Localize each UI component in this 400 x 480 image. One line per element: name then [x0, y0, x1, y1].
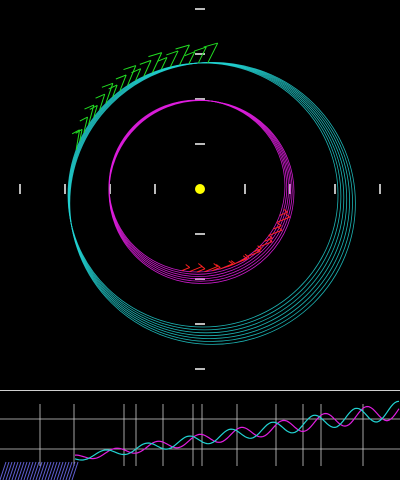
- drag-arrow-2: →: [41, 421, 49, 432]
- red-velocity-arrow-icon: [181, 208, 291, 273]
- resonance-4-1: 4:1: [355, 466, 373, 479]
- resonance-3-1: 3:1: [227, 466, 245, 479]
- drag-hatch: [26, 461, 34, 480]
- orbit-view: [19, 8, 381, 370]
- resonance-10-3: 10:3: [257, 466, 282, 479]
- drag-hatch: [68, 461, 76, 480]
- resonance-7-2: 7:2: [293, 466, 311, 479]
- resonance-7-3: 7:3: [132, 393, 150, 406]
- resonance-9-4: 9:4: [108, 393, 126, 406]
- drag-hatch: [41, 461, 49, 480]
- drag-hatch: [47, 461, 55, 480]
- drag-hatch: [65, 461, 73, 480]
- sun-icon: [195, 184, 205, 194]
- y-label-02: .2: [3, 422, 14, 435]
- drag-hatch: [62, 461, 70, 480]
- drag-arrow-1: →: [41, 409, 49, 420]
- y-label-03: .3: [3, 393, 14, 406]
- resonance-11-3: 11:3: [323, 466, 348, 479]
- graph-frame: [0, 390, 400, 466]
- drag-hatch: [44, 461, 52, 480]
- drag-hatch: [29, 461, 37, 480]
- resonance-graph: .3 .2 .1 Drag → → → 2:1 9:4 7:3 5:2 8:3 …: [0, 390, 400, 480]
- drag-hatch: [59, 461, 67, 480]
- resonance-8-3: 8:3: [182, 393, 200, 406]
- velocity-arrow-head: [198, 263, 203, 267]
- drag-label: Drag: [28, 393, 55, 406]
- drag-hatch: [56, 461, 64, 480]
- velocity-arrow: [181, 267, 190, 272]
- drag-hatch: [17, 461, 25, 480]
- velocity-arrow-head: [185, 264, 191, 268]
- drag-hatch: [35, 461, 43, 480]
- velocity-arrow: [207, 42, 219, 64]
- resonance-11-4: 11:4: [188, 466, 213, 479]
- drag-hatch: [20, 461, 28, 480]
- drag-arrow-3: →: [41, 433, 49, 444]
- y-label-01: .1: [3, 452, 14, 465]
- drag-hatch: [50, 461, 58, 480]
- drag-hatch: [14, 461, 22, 480]
- drag-hatch: [23, 461, 31, 480]
- resonance-2-1: 2:1: [66, 393, 84, 406]
- drag-hatch: [71, 461, 79, 480]
- green-velocity-arrow-icon: [71, 42, 219, 150]
- drag-hatch: [53, 461, 61, 480]
- drag-hatch: [32, 461, 40, 480]
- resonance-5-2: 5:2: [157, 393, 175, 406]
